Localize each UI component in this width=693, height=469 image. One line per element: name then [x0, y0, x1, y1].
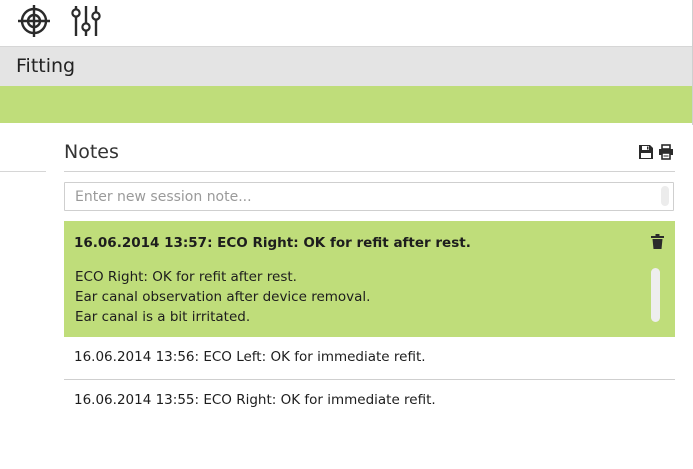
crosshair-icon[interactable] — [16, 3, 52, 39]
note-heading: 16.06.2014 13:56: ECO Left: OK for immed… — [74, 349, 426, 365]
note-item-expanded[interactable]: 16.06.2014 13:57: ECO Right: OK for refi… — [64, 221, 675, 337]
print-icon[interactable] — [658, 144, 674, 160]
input-scrollbar[interactable] — [661, 186, 669, 206]
note-heading: 16.06.2014 13:55: ECO Right: OK for imme… — [74, 392, 436, 408]
left-panel-divider — [0, 171, 46, 172]
trash-icon[interactable] — [651, 234, 664, 249]
sliders-icon[interactable] — [68, 3, 104, 39]
note-body-line: ECO Right: OK for refit after rest. — [75, 269, 297, 285]
section-title: Fitting — [16, 55, 76, 77]
note-body-line: Ear canal is a bit irritated. — [75, 309, 251, 325]
section-header: Fitting — [0, 46, 693, 86]
save-icon[interactable] — [638, 144, 654, 160]
note-item[interactable]: 16.06.2014 13:56: ECO Left: OK for immed… — [64, 338, 675, 380]
top-toolbar — [0, 0, 693, 46]
note-body-line: Ear canal observation after device remov… — [75, 289, 371, 305]
accent-band — [0, 86, 693, 123]
notes-title: Notes — [64, 141, 119, 163]
note-scrollbar[interactable] — [651, 268, 660, 322]
note-body: ECO Right: OK for refit after rest. Ear … — [75, 267, 370, 327]
note-heading: 16.06.2014 13:57: ECO Right: OK for refi… — [74, 235, 471, 251]
note-divider — [64, 379, 675, 380]
session-note-input[interactable] — [64, 182, 674, 211]
notes-header-divider — [64, 171, 675, 172]
note-item[interactable]: 16.06.2014 13:55: ECO Right: OK for imme… — [64, 381, 675, 423]
